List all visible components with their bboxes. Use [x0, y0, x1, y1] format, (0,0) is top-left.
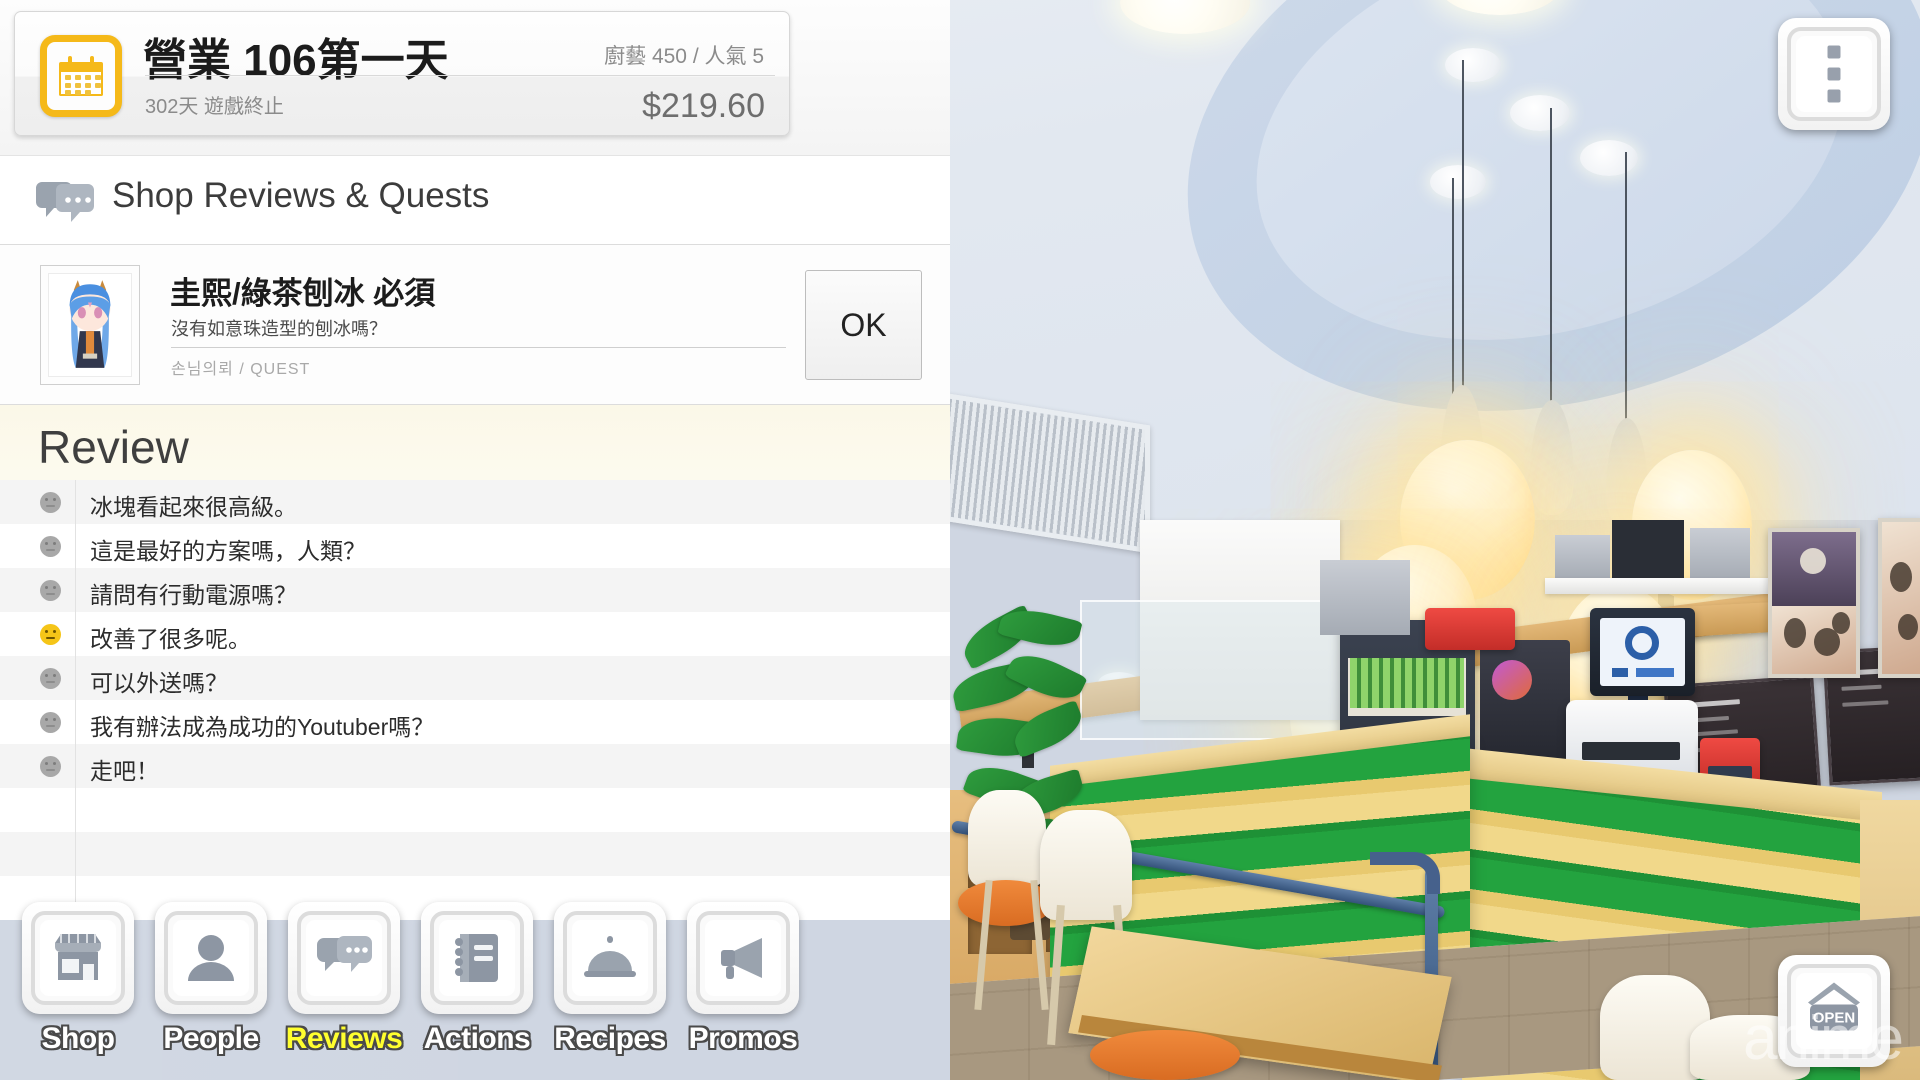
review-row-separator: [75, 656, 76, 700]
neutral-face-icon: [40, 536, 61, 557]
tab-actions[interactable]: Actions: [417, 902, 537, 1080]
review-row-separator: [75, 568, 76, 612]
review-row-separator: [75, 788, 76, 832]
tab-label: Recipes: [554, 1022, 666, 1055]
day-title: 營業 106第一天: [143, 36, 449, 85]
money-label: $219.60: [642, 87, 765, 125]
days-remaining-label: 302天 遊戲終止: [145, 96, 284, 118]
quest-row[interactable]: 圭熙/綠茶刨冰 必須 沒有如意珠造型的刨冰嗎？ 손님의뢰 / QUEST OK: [0, 245, 950, 405]
quest-tag: 손님의뢰 / QUEST: [171, 361, 311, 378]
tab-label: Shop: [41, 1022, 116, 1055]
person-icon: [173, 920, 249, 996]
kebab-menu-icon: [1827, 45, 1841, 103]
tab-shop[interactable]: Shop: [18, 902, 138, 1080]
tab-label: Actions: [423, 1022, 531, 1055]
tab-icon-frame: [421, 902, 533, 1014]
tab-recipes[interactable]: Recipes: [550, 902, 670, 1080]
megaphone-icon: [705, 920, 781, 996]
happy-face-icon: [40, 624, 61, 645]
review-row-separator: [75, 700, 76, 744]
review-text: 冰塊看起來很高級。: [90, 494, 297, 520]
svg-text:OPEN: OPEN: [1813, 1010, 1856, 1027]
header-divider: [145, 75, 775, 76]
tab-label: Reviews: [285, 1022, 403, 1055]
neutral-face-icon: [40, 580, 61, 601]
section-header: Shop Reviews & Quests: [0, 155, 950, 245]
tab-icon-frame: [288, 902, 400, 1014]
review-row-separator: [75, 612, 76, 656]
neutral-face-icon: [40, 492, 61, 513]
calendar-icon: [40, 35, 122, 117]
day-status-card: 營業 106第一天 302天 遊戲終止 廚藝 450 / 人氣 5 $219.6…: [14, 11, 790, 136]
section-title: Shop Reviews & Quests: [112, 176, 490, 215]
open-sign-icon: OPEN: [1798, 979, 1870, 1044]
review-text: 改善了很多呢。: [90, 626, 251, 652]
panel-header-area: 營業 106第一天 302天 遊戲終止 廚藝 450 / 人氣 5 $219.6…: [0, 0, 950, 155]
review-text: 這是最好的方案嗎，人類？: [90, 538, 366, 564]
review-row[interactable]: 請問有行動電源嗎？: [0, 568, 950, 612]
notebook-icon: [439, 920, 515, 996]
review-row[interactable]: 我有辦法成為成功的Youtuber嗎？: [0, 700, 950, 744]
tab-icon-frame: [554, 902, 666, 1014]
quest-description: 沒有如意珠造型的刨冰嗎？: [171, 319, 387, 339]
review-row[interactable]: 這是最好的方案嗎，人類？: [0, 524, 950, 568]
tab-reviews[interactable]: Reviews: [284, 902, 404, 1080]
tab-icon-frame: [687, 902, 799, 1014]
customer-avatar: [40, 265, 140, 385]
review-row-separator: [75, 524, 76, 568]
review-row-separator: [75, 480, 76, 524]
tab-icon-frame: [155, 902, 267, 1014]
review-row[interactable]: 冰塊看起來很高級。: [0, 480, 950, 524]
review-row[interactable]: 改善了很多呢。: [0, 612, 950, 656]
quest-divider: [171, 347, 786, 348]
review-text: 請問有行動電源嗎？: [90, 582, 297, 608]
review-text: 走吧！: [90, 758, 159, 784]
review-row[interactable]: [0, 832, 950, 876]
menu-button[interactable]: [1778, 18, 1890, 130]
tab-label: Promos: [688, 1022, 798, 1055]
quest-ok-button[interactable]: OK: [805, 270, 922, 380]
review-row[interactable]: [0, 788, 950, 832]
quest-title: 圭熙/綠茶刨冰 必須: [170, 276, 436, 311]
review-list[interactable]: 冰塊看起來很高級。這是最好的方案嗎，人類？ 請問有行動電源嗎？ 改善了很多呢。 可以外…: [0, 480, 950, 920]
neutral-face-icon: [40, 756, 61, 777]
review-heading: Review: [38, 421, 189, 473]
review-section: Review 冰塊看起來很高級。這是最好的方案嗎，人類？ 請問有行動電源嗎？ 改善了…: [0, 405, 950, 920]
review-row-separator: [75, 744, 76, 788]
bottom-tab-bar: Shop People Reviews Actions Recipes Promos: [0, 890, 960, 1080]
reviews-panel: 營業 106第一天 302天 遊戲終止 廚藝 450 / 人氣 5 $219.6…: [0, 0, 950, 920]
tab-icon-frame: [22, 902, 134, 1014]
storefront-icon: [40, 920, 116, 996]
tab-promos[interactable]: Promos: [683, 902, 803, 1080]
tab-label: People: [163, 1022, 259, 1055]
review-text: 可以外送嗎？: [90, 670, 228, 696]
review-row[interactable]: 走吧！: [0, 744, 950, 788]
review-text: 我有辦法成為成功的Youtuber嗎？: [90, 714, 435, 740]
speech-bubbles-icon: [34, 180, 96, 226]
tab-people[interactable]: People: [151, 902, 271, 1080]
neutral-face-icon: [40, 712, 61, 733]
open-shop-button[interactable]: OPEN: [1778, 955, 1890, 1067]
speech-bubbles-icon: [306, 920, 382, 996]
shop-stats-label: 廚藝 450 / 人氣 5: [604, 45, 764, 68]
neutral-face-icon: [40, 668, 61, 689]
review-row-separator: [75, 832, 76, 876]
food-cloche-icon: [572, 920, 648, 996]
review-row[interactable]: 可以外送嗎？: [0, 656, 950, 700]
